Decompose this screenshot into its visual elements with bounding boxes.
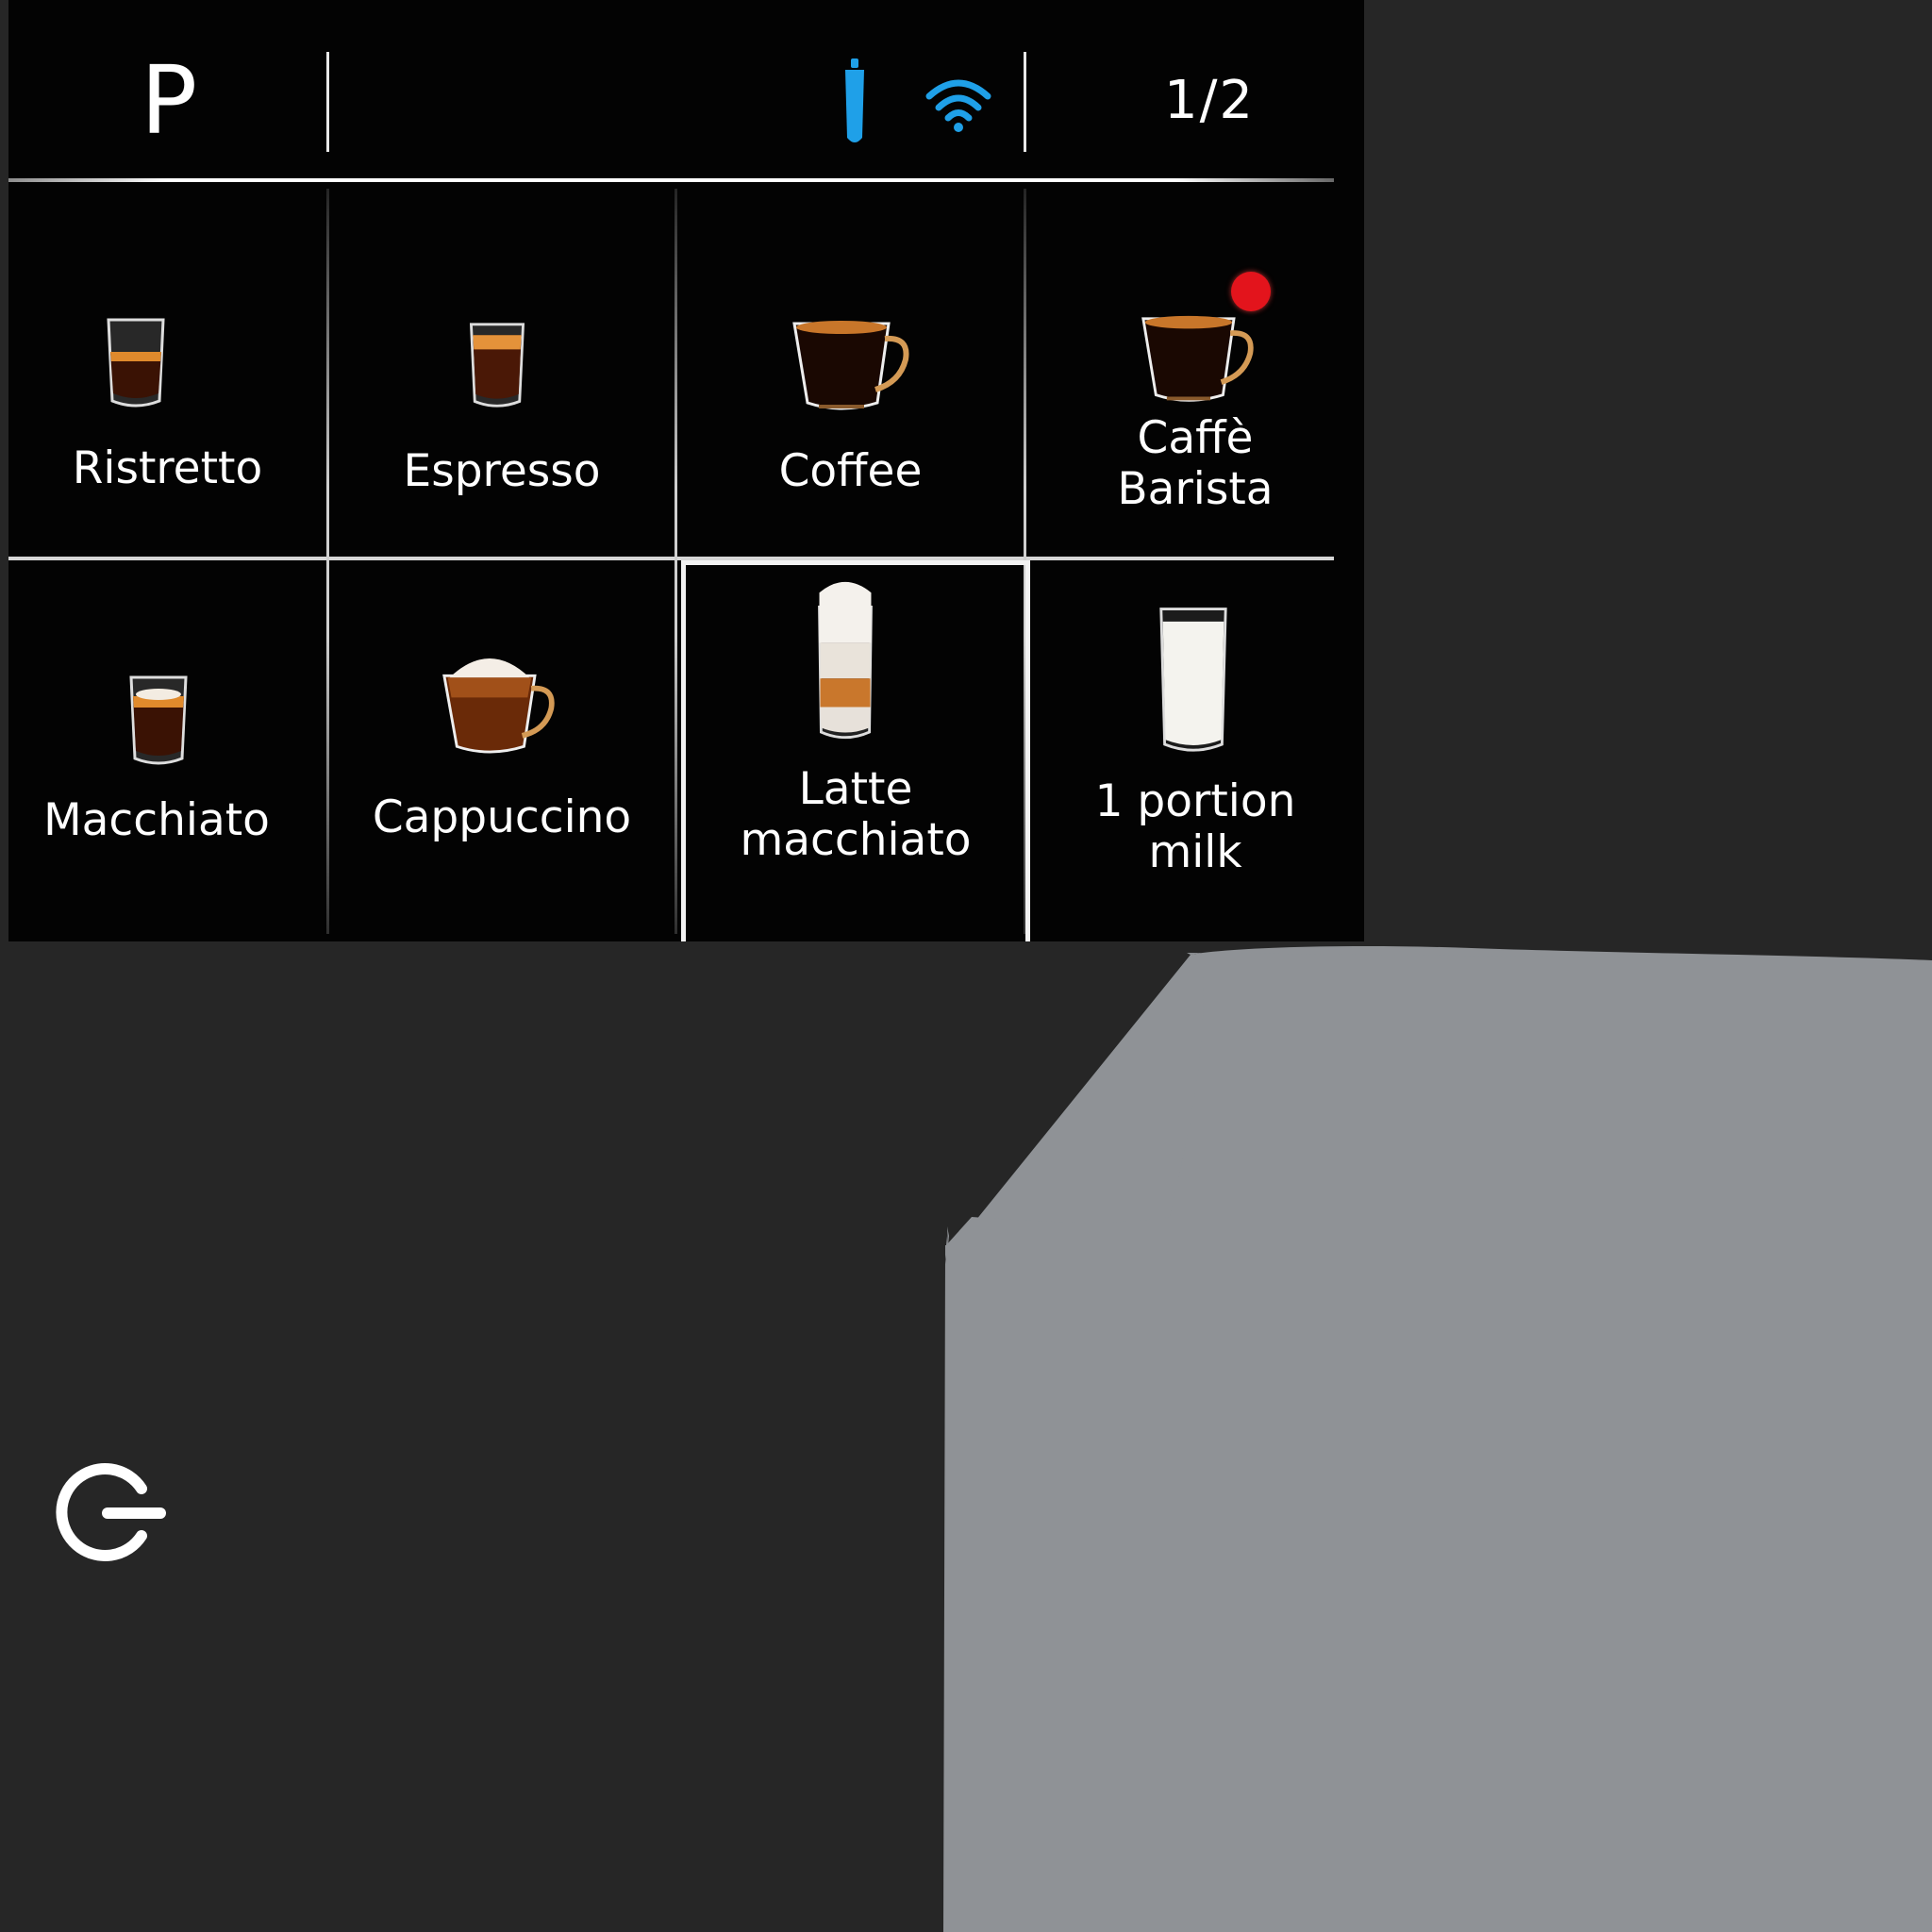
display-screen: P 1/2 Ristretto Espresso Coffee Caffè Ba… bbox=[8, 0, 1364, 941]
drink-tile-1-portion-milk[interactable]: 1 portion milk bbox=[1026, 561, 1364, 939]
page-indicator[interactable]: 1/2 bbox=[1120, 58, 1299, 143]
drink-tile-cappuccino[interactable]: Cappuccino bbox=[329, 561, 675, 939]
drink-tile-espresso[interactable]: Espresso bbox=[329, 184, 675, 557]
drink-label: 1 portion milk bbox=[1094, 775, 1296, 878]
coffee-cup-icon bbox=[792, 321, 909, 410]
top-separator bbox=[1024, 52, 1026, 152]
small-glass-espresso-icon bbox=[107, 318, 165, 408]
milk-glass-icon bbox=[1159, 608, 1227, 752]
drink-tile-ristretto[interactable]: Ristretto bbox=[8, 184, 326, 557]
drink-label: Ristretto bbox=[72, 442, 263, 494]
drink-label: Latte macchiato bbox=[740, 763, 972, 866]
top-separator bbox=[326, 52, 329, 152]
drink-label: Macchiato bbox=[43, 794, 270, 846]
top-divider bbox=[8, 178, 1334, 182]
cappuccino-cup-icon bbox=[442, 658, 555, 754]
drink-tile-macchiato[interactable]: Macchiato bbox=[8, 561, 326, 939]
drink-tile-latte-macchiato[interactable]: Latte macchiato bbox=[686, 566, 1025, 941]
drink-label: Cappuccino bbox=[372, 791, 632, 843]
drink-label: Coffee bbox=[778, 445, 923, 497]
grid-divider bbox=[8, 557, 1334, 560]
glass-espresso-icon bbox=[469, 323, 525, 408]
drink-label: Caffè Barista bbox=[1117, 412, 1274, 515]
water-filter-icon bbox=[845, 58, 864, 142]
drink-tile-caffe-barista[interactable]: Caffè Barista bbox=[1026, 184, 1364, 557]
drink-label: Espresso bbox=[403, 445, 601, 497]
barista-badge-icon bbox=[1231, 272, 1271, 311]
coffee-cup-icon bbox=[1141, 315, 1254, 402]
power-icon[interactable] bbox=[55, 1460, 166, 1564]
latte-glass-icon bbox=[818, 581, 873, 740]
macchiato-glass-icon bbox=[129, 675, 188, 765]
p-button[interactable]: P bbox=[122, 40, 216, 162]
drink-tile-coffee[interactable]: Coffee bbox=[677, 184, 1024, 557]
top-bar: P 1/2 bbox=[8, 0, 1364, 179]
wifi-icon bbox=[925, 79, 991, 132]
